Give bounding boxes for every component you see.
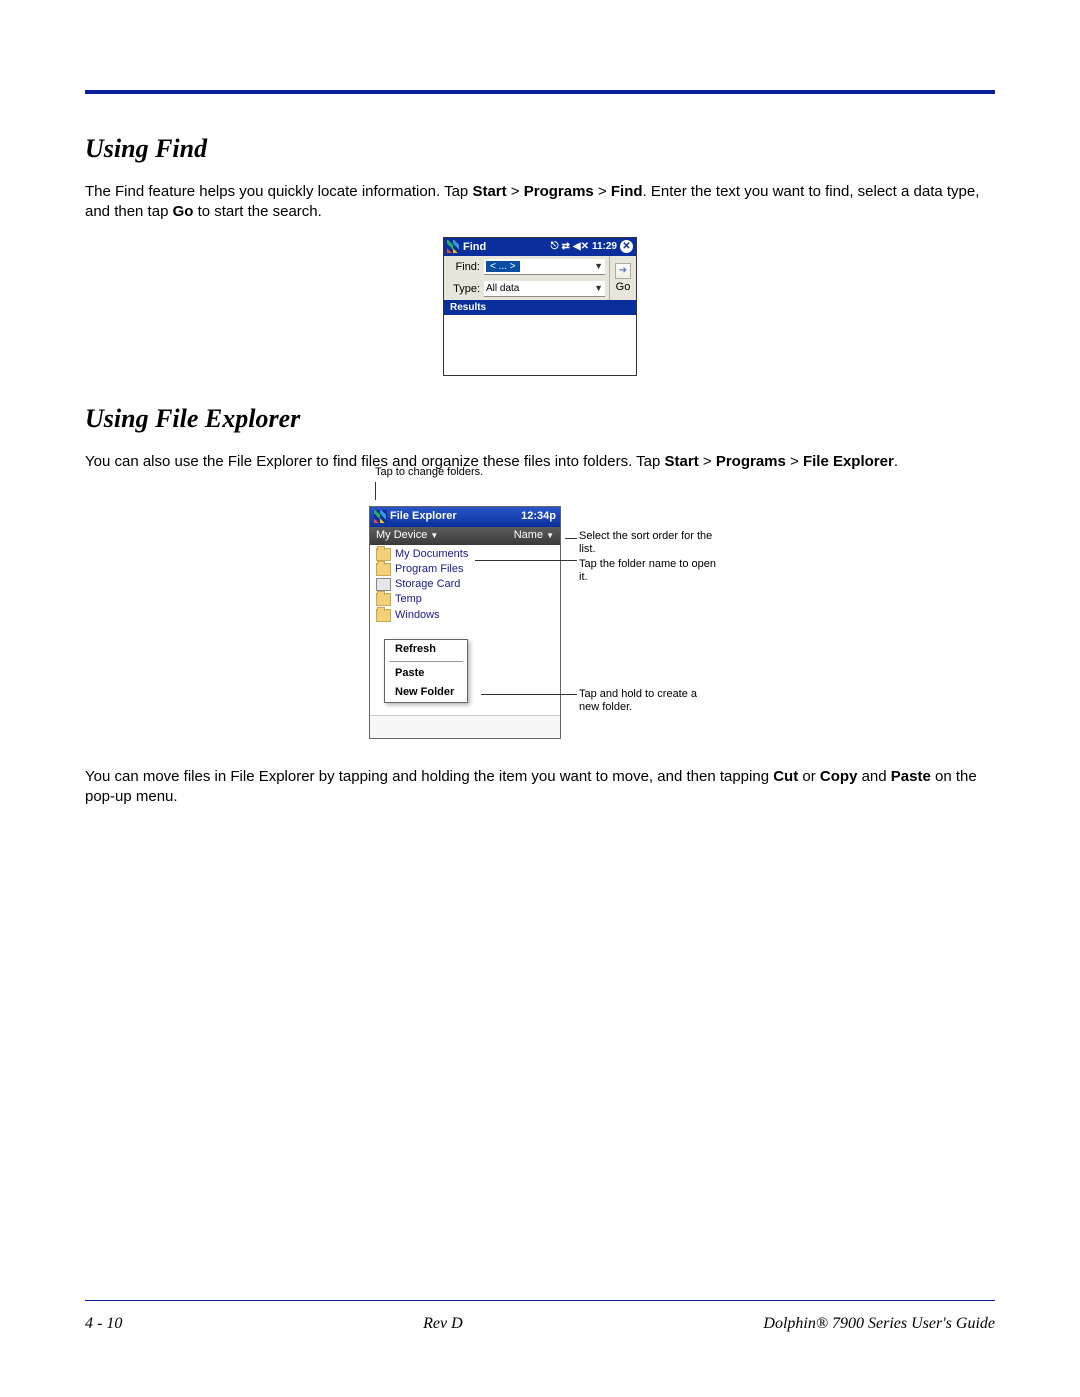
chevron-down-icon: ▼ [430, 531, 438, 541]
find-input[interactable]: < ... > ▼ [484, 259, 605, 275]
type-value: All data [486, 283, 519, 294]
storage-card-icon [376, 578, 391, 591]
kw-programs: Programs [716, 453, 786, 470]
heading-using-file-explorer: Using File Explorer [85, 404, 995, 434]
kw-start: Start [472, 183, 506, 200]
type-field-label: Type: [448, 283, 480, 295]
results-area [444, 315, 636, 375]
para-using-find: The Find feature helps you quickly locat… [85, 182, 995, 223]
path-dropdown[interactable]: My Device ▼ [376, 529, 438, 542]
footer-rule [85, 1300, 995, 1301]
fe-toolbar: My Device ▼ Name ▼ [370, 527, 560, 545]
connectivity-icon: ⇄ [562, 242, 570, 252]
callout-change-folders: Tap to change folders. [375, 466, 483, 479]
footer-guide-title: Dolphin® 7900 Series User's Guide [763, 1315, 995, 1333]
path-label: My Device [376, 529, 427, 542]
kw-cut: Cut [773, 768, 798, 785]
find-input-value: < ... > [486, 261, 520, 272]
top-rule [85, 90, 995, 94]
text: You can move files in File Explorer by t… [85, 768, 773, 785]
file-explorer-figure: Tap to change folders. File Explorer 12:… [369, 486, 711, 739]
list-item[interactable]: Storage Card [370, 577, 560, 592]
kw-find: Find [611, 183, 643, 200]
item-label: Temp [395, 593, 422, 606]
text: or [798, 768, 820, 785]
find-clock: 11:29 [592, 241, 617, 252]
folder-icon [376, 609, 391, 622]
list-item[interactable]: Program Files [370, 562, 560, 577]
fe-bottom-bar [370, 715, 560, 738]
fe-title: File Explorer [390, 510, 457, 523]
para-file-explorer-2: You can move files in File Explorer by t… [85, 767, 995, 808]
go-button-label[interactable]: Go [616, 281, 631, 293]
text: > [507, 183, 524, 200]
text: > [699, 453, 716, 470]
find-title: Find [463, 241, 486, 253]
text: > [786, 453, 803, 470]
results-header: Results [444, 300, 636, 315]
para-file-explorer-1: You can also use the File Explorer to fi… [85, 452, 995, 472]
text: and [857, 768, 890, 785]
callout-tap-hold: Tap and hold to create a new folder. [579, 688, 719, 714]
find-titlebar: Find ⎋ ⇄ ◀✕ 11:29 ✕ [444, 238, 636, 256]
context-menu: Refresh Paste New Folder [384, 639, 468, 704]
folder-icon [376, 548, 391, 561]
find-screenshot: Find ⎋ ⇄ ◀✕ 11:29 ✕ Find: < ... > ▼ [443, 237, 637, 376]
type-select[interactable]: All data ▼ [484, 281, 605, 297]
chevron-down-icon[interactable]: ▼ [594, 283, 603, 293]
text: to start the search. [193, 203, 321, 220]
page-footer: 4 - 10 Rev D Dolphin® 7900 Series User's… [85, 1300, 995, 1333]
item-label: Storage Card [395, 578, 460, 591]
folder-icon [376, 563, 391, 576]
kw-programs: Programs [524, 183, 594, 200]
item-label: Program Files [395, 563, 463, 576]
go-icon[interactable]: ➜ [615, 263, 631, 279]
sort-label: Name [514, 529, 543, 542]
file-explorer-screenshot: File Explorer 12:34p My Device ▼ Name ▼ … [369, 506, 561, 739]
text: > [594, 183, 611, 200]
chevron-down-icon[interactable]: ▼ [594, 261, 603, 271]
windows-flag-icon [447, 240, 460, 253]
menu-refresh[interactable]: Refresh [385, 640, 467, 659]
sort-dropdown[interactable]: Name ▼ [514, 529, 554, 542]
heading-using-find: Using Find [85, 134, 995, 164]
chevron-down-icon: ▼ [546, 531, 554, 541]
close-icon[interactable]: ✕ [620, 240, 633, 253]
text: . [894, 453, 898, 470]
menu-paste[interactable]: Paste [385, 664, 467, 683]
list-item[interactable]: Temp [370, 592, 560, 607]
kw-copy: Copy [820, 768, 858, 785]
speaker-icon: ◀✕ [573, 242, 589, 252]
fe-titlebar: File Explorer 12:34p [370, 507, 560, 527]
item-label: Windows [395, 609, 440, 622]
kw-paste: Paste [891, 768, 931, 785]
menu-separator [389, 661, 463, 662]
item-label: My Documents [395, 548, 468, 561]
text: The Find feature helps you quickly locat… [85, 183, 472, 200]
footer-page-number: 4 - 10 [85, 1315, 122, 1333]
callout-sort-order: Select the sort order for the list. [579, 530, 719, 556]
kw-start: Start [665, 453, 699, 470]
callout-open-folder: Tap the folder name to open it. [579, 558, 719, 584]
list-item[interactable]: Windows [370, 608, 560, 623]
kw-file-explorer: File Explorer [803, 453, 894, 470]
fe-file-list: My Documents Program Files Storage Card … [370, 545, 560, 661]
footer-revision: Rev D [423, 1315, 463, 1333]
windows-flag-icon [374, 510, 387, 523]
find-field-label: Find: [448, 261, 480, 273]
menu-new-folder[interactable]: New Folder [385, 683, 467, 702]
fe-clock: 12:34p [521, 510, 556, 523]
signal-icon: ⎋ [551, 242, 559, 252]
kw-go: Go [173, 203, 194, 220]
folder-icon [376, 593, 391, 606]
